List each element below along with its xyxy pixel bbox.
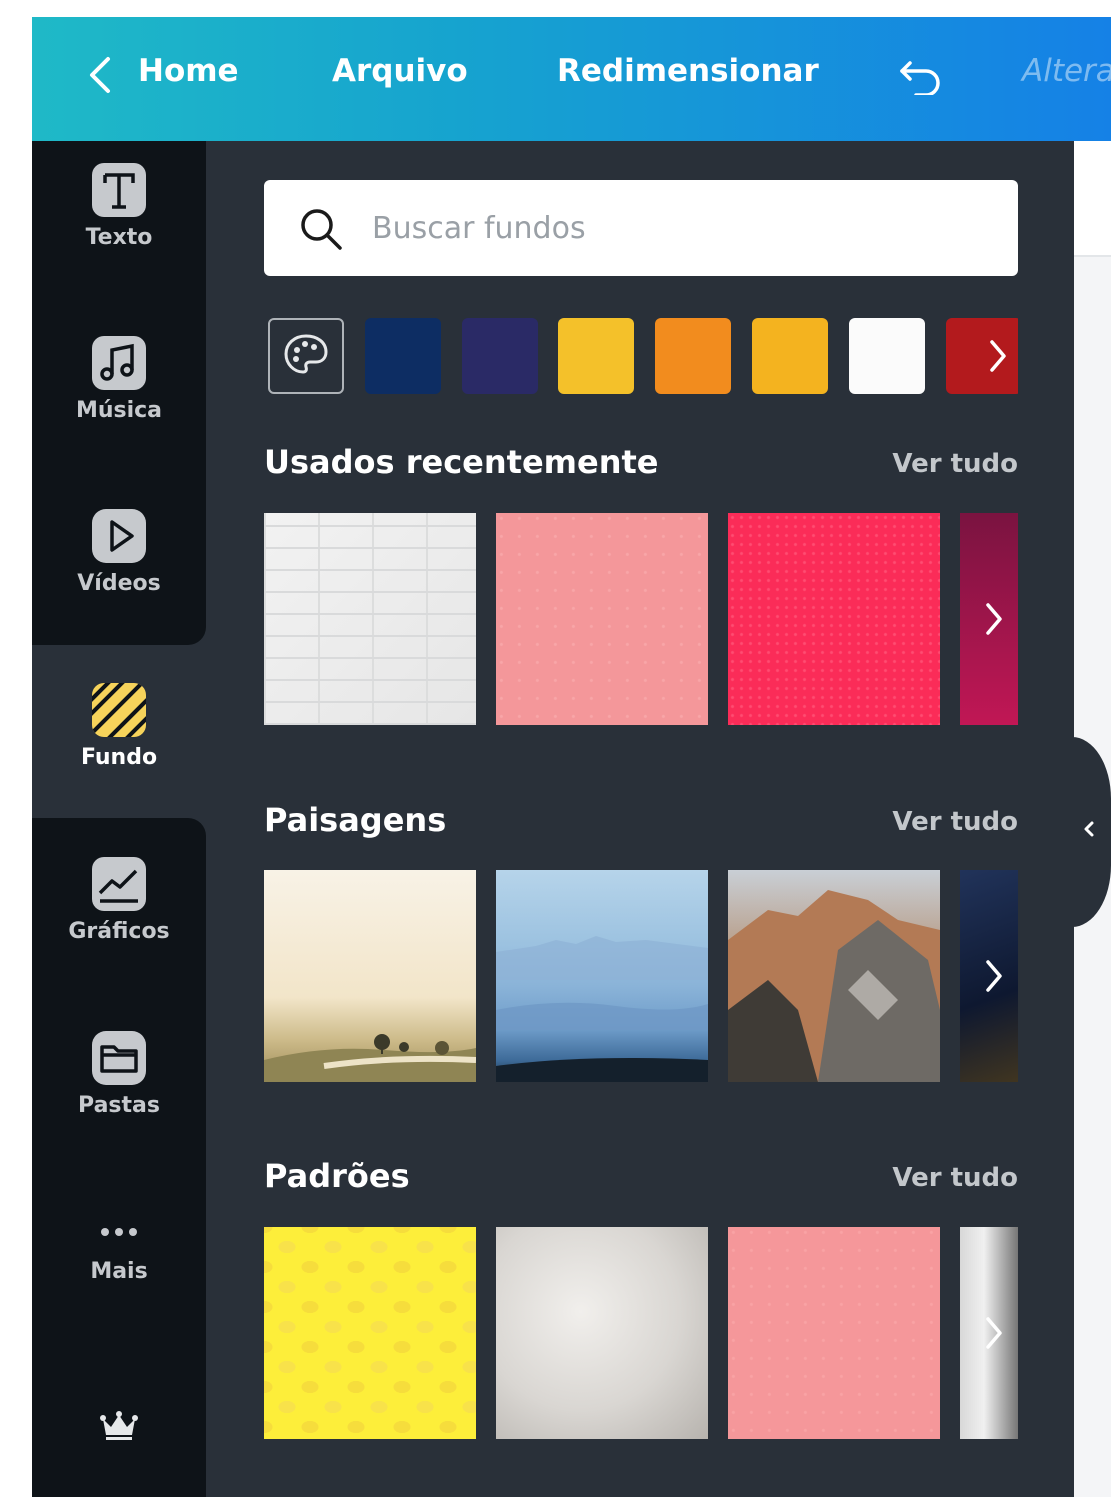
app-window: Home Arquivo Redimensionar Altera Texto [32,17,1111,1497]
section-title-patterns: Padrões [264,1157,410,1195]
more-icon [101,1228,137,1236]
search-box[interactable] [264,180,1018,276]
search-icon [301,209,342,250]
sidebar-item-label: Texto [85,225,153,250]
background-thumbnail[interactable] [728,513,940,725]
crown-icon[interactable] [99,1409,139,1441]
color-swatch[interactable] [849,318,925,394]
pattern-thumbnails [264,1227,1018,1439]
home-link[interactable]: Home [138,53,239,89]
chevron-right-icon[interactable] [964,318,1018,394]
music-icon [92,336,146,390]
landscape-thumbnails [264,870,1018,1082]
background-thumbnail[interactable] [496,870,708,1082]
sidebar-item-folders[interactable]: Pastas [32,1029,206,1118]
top-bar: Home Arquivo Redimensionar Altera [32,17,1111,141]
sidebar-item-background[interactable]: Fundo [32,681,206,770]
text-icon [92,163,146,217]
sidebar-item-label: Gráficos [68,919,170,944]
palette-icon [284,334,328,374]
file-menu[interactable]: Arquivo [332,53,468,89]
background-icon [92,683,146,737]
color-swatch[interactable] [752,318,828,394]
background-thumbnail[interactable] [264,870,477,1082]
sidebar-item-label: Pastas [78,1093,160,1118]
resize-button[interactable]: Redimensionar [557,53,819,89]
sidebar-item-label: Mais [90,1259,148,1284]
see-all-recent-link[interactable]: Ver tudo [892,449,1018,479]
sidebar-item-videos[interactable]: Vídeos [32,507,206,596]
color-swatch[interactable] [558,318,634,394]
sidebar-item-charts[interactable]: Gráficos [32,855,206,944]
color-swatch[interactable] [462,318,538,394]
folder-icon [92,1031,146,1085]
color-swatch[interactable] [655,318,731,394]
sidebar: Texto Música Vídeos Fundo Gráficos Pasta… [32,141,206,1497]
sidebar-item-label: Fundo [80,745,158,770]
background-thumbnail[interactable] [496,513,708,725]
backgrounds-panel: Usados recentemente Ver tudo Paisagens V… [206,141,1074,1497]
chart-icon [92,857,146,911]
chevron-right-icon[interactable] [960,581,1016,657]
color-palette-button[interactable] [268,318,344,394]
color-swatch-row [268,317,1018,397]
sidebar-item-music[interactable]: Música [32,334,206,423]
chevron-right-icon[interactable] [960,1295,1016,1371]
background-thumbnail[interactable] [264,513,476,725]
landscape-mountains-image [496,936,708,1082]
chevron-left-icon [1084,821,1094,837]
sidebar-item-label: Música [75,398,163,423]
recent-thumbnails [264,513,1018,725]
chevron-right-icon[interactable] [960,938,1016,1014]
rename-link[interactable]: Altera [1022,53,1111,89]
section-title-landscapes: Paisagens [264,801,447,839]
chevron-left-icon[interactable] [86,55,116,95]
see-all-patterns-link[interactable]: Ver tudo [892,1163,1018,1193]
search-input[interactable] [370,198,994,258]
sidebar-item-more[interactable]: Mais [32,1223,206,1284]
see-all-landscapes-link[interactable]: Ver tudo [892,807,1018,837]
background-thumbnail[interactable] [728,1227,940,1439]
landscape-trees-image [264,1034,477,1082]
undo-icon[interactable] [898,55,944,95]
background-thumbnail[interactable] [728,870,940,1082]
sidebar-item-label: Vídeos [77,571,161,596]
color-swatch[interactable] [365,318,441,394]
background-thumbnail[interactable] [496,1227,708,1439]
section-title-recent: Usados recentemente [264,443,659,481]
background-thumbnail[interactable] [264,1227,476,1439]
landscape-peaks-image [728,890,940,1082]
sidebar-item-text[interactable]: Texto [32,161,206,250]
video-icon [92,509,146,563]
